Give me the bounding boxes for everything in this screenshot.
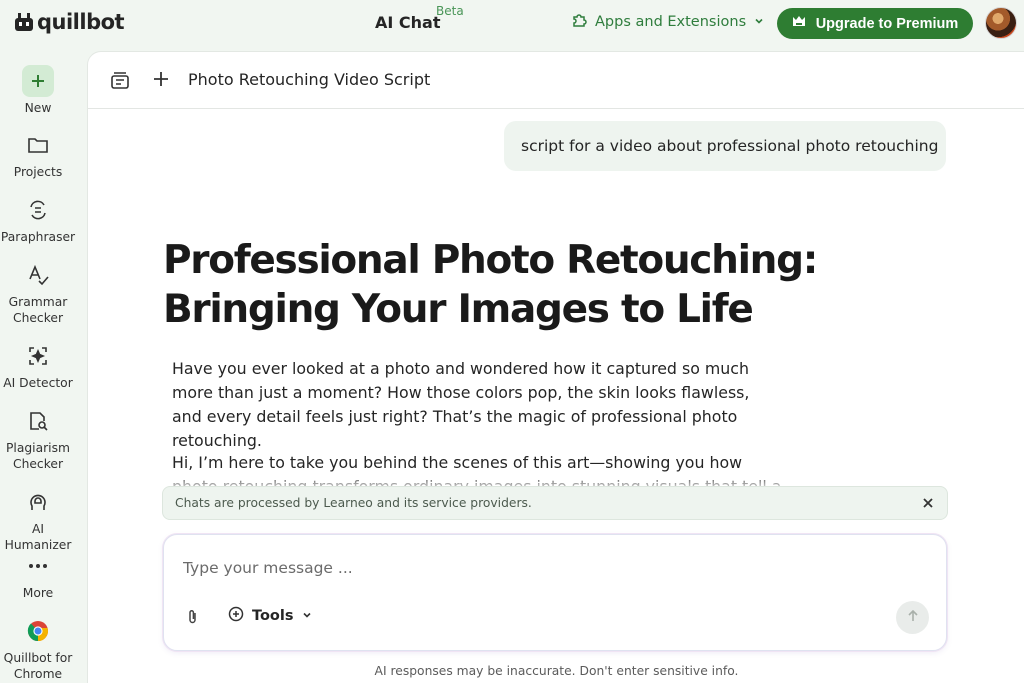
- sidebar-item-label: Plagiarism Checker: [6, 441, 70, 471]
- chevron-down-icon: [302, 608, 312, 624]
- sidebar-item-plagiarism-checker[interactable]: Plagiarism Checker: [0, 405, 76, 472]
- tools-menu[interactable]: Tools: [228, 606, 312, 626]
- user-message-text: script for a video about professional ph…: [521, 137, 939, 155]
- message-input[interactable]: [183, 555, 883, 581]
- tools-plus-icon: [228, 606, 244, 626]
- apps-and-extensions-menu[interactable]: Apps and Extensions: [571, 12, 764, 32]
- arrow-up-icon: [907, 609, 919, 625]
- upgrade-label: Upgrade to Premium: [815, 15, 959, 32]
- logo-text: quillbot: [37, 10, 125, 34]
- ai-response-heading: Professional Photo Retouching: Bringing …: [163, 238, 818, 332]
- sidebar-item-label: Projects: [13, 165, 63, 179]
- sidebar-item-chrome[interactable]: Quillbot for Chrome: [0, 615, 76, 682]
- sidebar-item-paraphraser[interactable]: Paraphraser: [0, 194, 76, 245]
- processing-notice: Chats are processed by Learneo and its s…: [162, 486, 948, 520]
- chat-history-icon[interactable]: [110, 70, 130, 94]
- user-message-bubble: script for a video about professional ph…: [504, 121, 946, 171]
- sidebar-item-label: Grammar Checker: [8, 295, 68, 325]
- quillbot-logo[interactable]: quillbot: [14, 10, 125, 34]
- beta-badge: Beta: [436, 4, 464, 18]
- chat-title: Photo Retouching Video Script: [188, 70, 431, 89]
- chat-header: Photo Retouching Video Script: [88, 52, 1024, 109]
- sidebar-item-ai-humanizer[interactable]: AI Humanizer: [0, 486, 76, 553]
- top-bar: quillbot AI Chat Beta Apps and Extension…: [0, 0, 1024, 46]
- sidebar-item-projects[interactable]: Projects: [0, 129, 76, 180]
- plus-icon: [22, 65, 54, 97]
- notice-text: Chats are processed by Learneo and its s…: [175, 496, 532, 510]
- sidebar-item-label: AI Detector: [3, 376, 73, 390]
- paraphraser-icon: [22, 194, 54, 226]
- apps-label: Apps and Extensions: [595, 14, 747, 30]
- sidebar-item-new[interactable]: New: [0, 65, 76, 116]
- humanizer-icon: [22, 486, 54, 518]
- puzzle-icon: [571, 12, 587, 32]
- sidebar-item-label: Quillbot for Chrome: [3, 651, 73, 681]
- chevron-down-icon: [754, 14, 764, 30]
- grammar-icon: [22, 259, 54, 291]
- tools-label: Tools: [252, 608, 294, 624]
- sidebar-item-label: New: [24, 101, 52, 115]
- ai-disclaimer: AI responses may be inaccurate. Don't en…: [374, 664, 739, 678]
- chrome-icon: [22, 615, 54, 647]
- sidebar-item-label: More: [22, 586, 54, 600]
- app-title: AI Chat: [375, 13, 441, 32]
- ai-detector-icon: [22, 340, 54, 372]
- sidebar-item-more[interactable]: More: [0, 550, 76, 601]
- paperclip-icon[interactable]: [186, 609, 200, 629]
- sidebar-item-label: AI Humanizer: [4, 522, 72, 552]
- folder-icon: [22, 129, 54, 161]
- ai-response-paragraph: Have you ever looked at a photo and wond…: [172, 359, 750, 450]
- quillbot-logo-icon: [14, 12, 34, 32]
- message-composer: Tools: [163, 534, 947, 651]
- chat-panel: Photo Retouching Video Script script for…: [87, 51, 1024, 683]
- plagiarism-icon: [22, 405, 54, 437]
- close-icon[interactable]: [921, 496, 935, 510]
- upgrade-button[interactable]: Upgrade to Premium: [777, 8, 973, 39]
- crown-icon: [792, 15, 806, 32]
- send-button[interactable]: [896, 601, 929, 634]
- sidebar-item-ai-detector[interactable]: AI Detector: [0, 340, 76, 391]
- user-avatar[interactable]: [985, 7, 1017, 39]
- more-icon: [22, 550, 54, 582]
- sidebar-item-label: Paraphraser: [0, 230, 76, 244]
- sidebar-item-grammar-checker[interactable]: Grammar Checker: [0, 259, 76, 326]
- app-title-group: AI Chat Beta: [375, 4, 464, 32]
- new-chat-plus-icon[interactable]: [152, 70, 170, 92]
